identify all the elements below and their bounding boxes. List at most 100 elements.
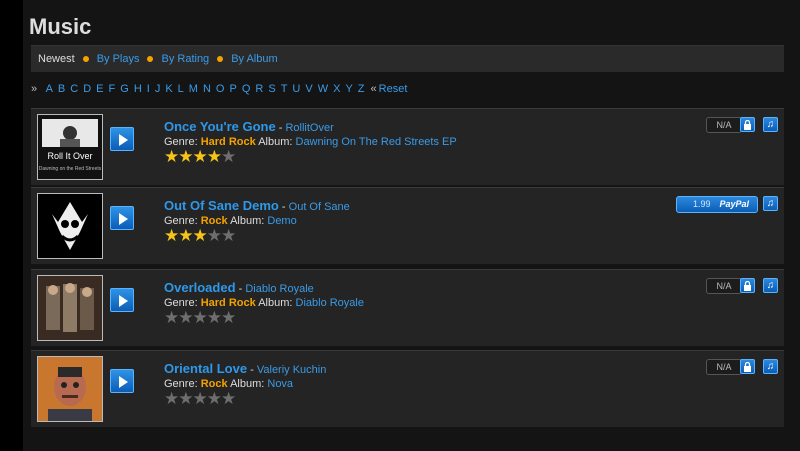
alpha-letter-b[interactable]: B [58,83,65,95]
alpha-letter-p[interactable]: P [229,83,236,95]
alpha-letter-n[interactable]: N [203,83,211,95]
alpha-letter-d[interactable]: D [83,83,91,95]
lock-icon[interactable] [740,117,755,132]
alpha-letter-t[interactable]: T [281,83,288,95]
music-note-icon[interactable]: ♫ [763,196,778,211]
bullet-icon [147,55,154,62]
title-separator: - [278,201,289,213]
alphabet-filter: » A B C D E F G H I J K L M N O P Q R S T U V W X Y Z «Reset [31,82,407,96]
filter-newest: Newest [38,53,75,65]
star-icon[interactable]: ★ [207,389,222,408]
rating-stars: ★★★★★ [164,147,457,166]
alpha-letter-c[interactable]: C [70,83,78,95]
track-title-link[interactable]: Overloaded [164,280,236,295]
star-icon[interactable]: ★ [193,389,208,408]
track-title-link[interactable]: Out Of Sane Demo [164,198,279,213]
track-artist-link[interactable]: Out Of Sane [289,201,350,213]
alpha-letter-k[interactable]: K [165,83,172,95]
track-title-link[interactable]: Oriental Love [164,361,247,376]
paypal-logo: PayPal [719,199,749,209]
star-icon[interactable]: ★ [193,308,208,327]
filter-by-plays[interactable]: By Plays [97,53,140,65]
alpha-letter-h[interactable]: H [134,83,142,95]
star-icon[interactable]: ★ [221,308,236,327]
play-icon[interactable] [110,127,134,151]
track-row: Oriental Love - Valeriy Kuchin Genre: Ro… [31,350,784,427]
track-artist-link[interactable]: Diablo Royale [245,283,313,295]
star-icon[interactable]: ★ [207,147,222,166]
lock-icon[interactable] [740,278,755,293]
star-icon[interactable]: ★ [193,226,208,245]
alpha-letter-m[interactable]: M [189,83,198,95]
alpha-letter-a[interactable]: A [46,83,53,95]
album-link[interactable]: Dawning On The Red Streets EP [296,136,457,148]
alpha-letter-j[interactable]: J [155,83,161,95]
star-icon[interactable]: ★ [178,308,193,327]
paypal-buy-button[interactable]: 1.99 PayPal [676,196,758,213]
star-icon[interactable]: ★ [207,226,222,245]
rating-stars: ★★★★★ [164,226,350,245]
star-icon[interactable]: ★ [178,389,193,408]
page-title: Music [29,14,92,39]
alpha-letter-g[interactable]: G [120,83,129,95]
album-cover[interactable]: Roll It Over Dawning on the Red Streets [37,114,103,180]
alpha-letter-i[interactable]: I [147,83,150,95]
alpha-letter-l[interactable]: L [178,83,184,95]
alpha-letter-q[interactable]: Q [242,83,251,95]
star-icon[interactable]: ★ [178,147,193,166]
star-icon[interactable]: ★ [221,147,236,166]
star-icon[interactable]: ★ [164,389,179,408]
alpha-letter-e[interactable]: E [96,83,103,95]
album-label: Album: [258,136,293,148]
alpha-letter-z[interactable]: Z [358,83,365,95]
alpha-letter-f[interactable]: F [109,83,116,95]
track-info: Out Of Sane Demo - Out Of Sane Genre: Ro… [164,198,350,244]
bullet-icon [82,55,89,62]
price-na-badge: N/A [706,117,742,133]
alpha-letter-v[interactable]: V [305,83,312,95]
star-icon[interactable]: ★ [221,226,236,245]
alpha-reset-link[interactable]: Reset [379,83,408,95]
alpha-letter-r[interactable]: R [255,83,263,95]
star-icon[interactable]: ★ [193,147,208,166]
album-link[interactable]: Nova [267,378,293,390]
alpha-letter-s[interactable]: S [268,83,275,95]
alphabet-open-marker: » [31,83,38,95]
music-note-icon[interactable]: ♫ [763,278,778,293]
track-title-link[interactable]: Once You're Gone [164,119,276,134]
music-note-icon[interactable]: ♫ [763,359,778,374]
filter-by-album[interactable]: By Album [231,53,277,65]
star-icon[interactable]: ★ [164,308,179,327]
price-na-badge: N/A [706,359,742,375]
track-info: Once You're Gone - RollitOver Genre: Har… [164,119,457,165]
play-icon[interactable] [110,288,134,312]
star-icon[interactable]: ★ [164,226,179,245]
alpha-letter-w[interactable]: W [318,83,328,95]
star-icon[interactable]: ★ [164,147,179,166]
album-link[interactable]: Diablo Royale [296,297,364,309]
album-label: Album: [258,297,293,309]
album-cover[interactable] [37,356,103,422]
play-icon[interactable] [110,206,134,230]
alpha-letter-y[interactable]: Y [345,83,352,95]
album-link[interactable]: Demo [267,215,296,227]
music-note-icon[interactable]: ♫ [763,117,778,132]
star-icon[interactable]: ★ [221,389,236,408]
reset-marker: « [370,83,377,95]
play-icon[interactable] [110,369,134,393]
album-cover[interactable] [37,275,103,341]
album-cover[interactable] [37,193,103,259]
title-separator: - [235,283,246,295]
star-icon[interactable]: ★ [178,226,193,245]
track-artist-link[interactable]: Valeriy Kuchin [257,364,327,376]
alpha-letter-u[interactable]: U [292,83,300,95]
bullet-icon [217,55,224,62]
alpha-letter-o[interactable]: O [216,83,225,95]
track-artist-link[interactable]: RollitOver [285,122,333,134]
star-icon[interactable]: ★ [207,308,222,327]
track-row: Roll It Over Dawning on the Red Streets O… [31,108,784,185]
filter-by-rating[interactable]: By Rating [161,53,209,65]
track-row: Overloaded - Diablo Royale Genre: Hard R… [31,269,784,346]
alpha-letter-x[interactable]: X [333,83,340,95]
lock-icon[interactable] [740,359,755,374]
